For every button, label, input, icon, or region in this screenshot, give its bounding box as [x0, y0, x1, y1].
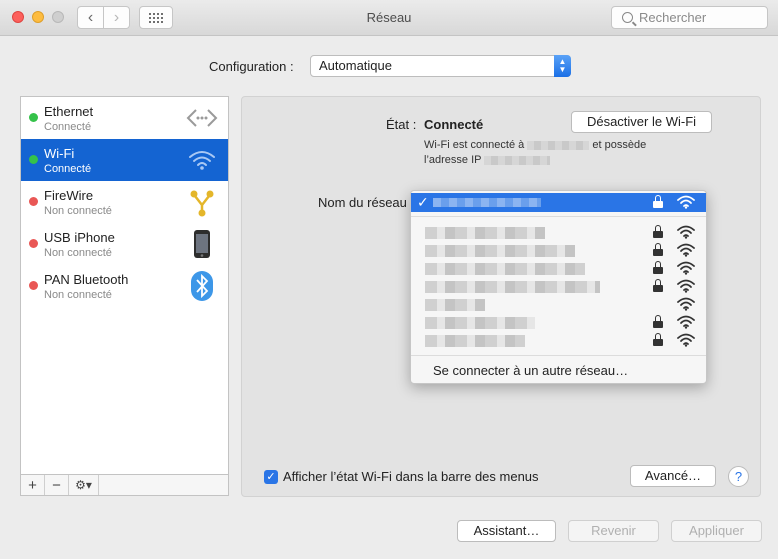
- service-status: Non connecté: [44, 247, 112, 259]
- service-item-firewire[interactable]: FireWire Non connecté: [21, 181, 228, 223]
- configuration-popup[interactable]: Automatique ▲ ▼: [310, 55, 571, 77]
- service-name: Wi-Fi: [44, 146, 75, 161]
- lock-icon: [653, 195, 663, 208]
- service-status: Connecté: [44, 121, 92, 133]
- network-row[interactable]: [411, 295, 706, 313]
- show-wifi-status-label: Afficher l’état Wi-Fi dans la barre des …: [283, 469, 539, 484]
- lock-icon: [653, 315, 663, 328]
- search-icon: [622, 12, 633, 23]
- wifi-signal-icon: [677, 279, 695, 293]
- service-name: USB iPhone: [44, 230, 115, 245]
- network-dropdown-menu: ✓ Se connecter à un autre réseau…: [410, 190, 707, 384]
- redacted-network-name: [433, 198, 541, 207]
- menu-separator: [411, 355, 706, 356]
- redacted-network-name: [425, 335, 525, 347]
- network-name-label: Nom du réseau: [318, 195, 407, 210]
- state-label: État :: [386, 117, 417, 132]
- wifi-icon: [186, 145, 218, 175]
- lock-icon: [653, 333, 663, 346]
- configuration-value: Automatique: [319, 58, 392, 73]
- desc-line1-start: Wi-Fi est connecté à: [424, 139, 525, 151]
- service-item-ethernet[interactable]: Ethernet Connecté: [21, 97, 228, 139]
- assistant-button[interactable]: Assistant…: [457, 520, 556, 542]
- bluetooth-icon: [186, 271, 218, 301]
- wifi-signal-icon: [677, 333, 695, 347]
- disable-wifi-button[interactable]: Désactiver le Wi-Fi: [571, 111, 712, 133]
- desc-line1-end: et possède: [592, 139, 647, 151]
- wifi-signal-icon: [677, 243, 695, 257]
- redacted-network-name: [425, 227, 545, 239]
- wifi-signal-icon: [677, 225, 695, 239]
- menu-separator: [411, 216, 706, 217]
- network-row[interactable]: [411, 313, 706, 331]
- iphone-icon: [186, 229, 218, 259]
- popup-stepper-icon: ▲ ▼: [554, 55, 571, 77]
- status-dot: [29, 281, 38, 290]
- checkmark-icon: ✓: [417, 194, 429, 210]
- action-gear-button[interactable]: ⚙▾: [69, 475, 99, 495]
- redacted-network-name: [425, 281, 600, 293]
- wifi-signal-icon: [677, 195, 695, 209]
- selected-network-row[interactable]: ✓: [411, 193, 706, 212]
- revert-button[interactable]: Revenir: [568, 520, 659, 542]
- firewire-icon: [186, 187, 218, 217]
- network-row[interactable]: [411, 331, 706, 349]
- wifi-signal-icon: [677, 297, 695, 311]
- lock-icon: [653, 279, 663, 292]
- network-row[interactable]: [411, 241, 706, 259]
- service-name: FireWire: [44, 188, 94, 203]
- show-wifi-status-checkbox[interactable]: ✓: [264, 470, 278, 484]
- advanced-button[interactable]: Avancé…: [630, 465, 716, 487]
- service-list-controls: + − ⚙▾: [20, 475, 229, 496]
- service-item-wifi[interactable]: Wi-Fi Connecté: [21, 139, 228, 181]
- remove-service-button[interactable]: −: [45, 475, 69, 495]
- lock-icon: [653, 225, 663, 238]
- service-name: PAN Bluetooth: [44, 272, 129, 287]
- redacted-ip-address: [484, 155, 551, 165]
- wifi-signal-icon: [677, 261, 695, 275]
- redacted-network-name: [425, 263, 585, 275]
- status-dot: [29, 197, 38, 206]
- ethernet-arrows-icon: [186, 103, 218, 133]
- service-list: Ethernet Connecté Wi-Fi Connecté FireWir…: [20, 96, 229, 475]
- join-other-network-item[interactable]: Se connecter à un autre réseau…: [433, 363, 628, 378]
- connection-description: Wi-Fi est connecté à et possède l’adress…: [424, 138, 646, 168]
- service-name: Ethernet: [44, 104, 94, 119]
- redacted-network-name: [425, 317, 535, 329]
- redacted-network-name: [425, 245, 575, 257]
- status-dot: [29, 239, 38, 248]
- search-placeholder: Rechercher: [639, 10, 707, 25]
- redacted-network-name: [527, 140, 590, 150]
- redacted-network-name: [425, 299, 485, 311]
- desc-line2-start: l’adresse IP: [424, 154, 482, 166]
- help-button[interactable]: ?: [728, 466, 749, 487]
- search-field[interactable]: Rechercher: [611, 6, 768, 29]
- lock-icon: [653, 243, 663, 256]
- network-row[interactable]: [411, 223, 706, 241]
- network-row[interactable]: [411, 259, 706, 277]
- service-status: Connecté: [44, 163, 92, 175]
- status-dot: [29, 155, 38, 164]
- add-service-button[interactable]: +: [21, 475, 45, 495]
- apply-button[interactable]: Appliquer: [671, 520, 762, 542]
- wifi-signal-icon: [677, 315, 695, 329]
- network-row[interactable]: [411, 277, 706, 295]
- service-item-usb-iphone[interactable]: USB iPhone Non connecté: [21, 223, 228, 265]
- lock-icon: [653, 261, 663, 274]
- service-status: Non connecté: [44, 289, 112, 301]
- service-status: Non connecté: [44, 205, 112, 217]
- title-bar: ‹ › Réseau Rechercher: [0, 0, 778, 36]
- service-item-pan-bluetooth[interactable]: PAN Bluetooth Non connecté: [21, 265, 228, 307]
- state-value: Connecté: [424, 117, 484, 132]
- status-dot: [29, 113, 38, 122]
- configuration-label: Configuration :: [209, 59, 294, 74]
